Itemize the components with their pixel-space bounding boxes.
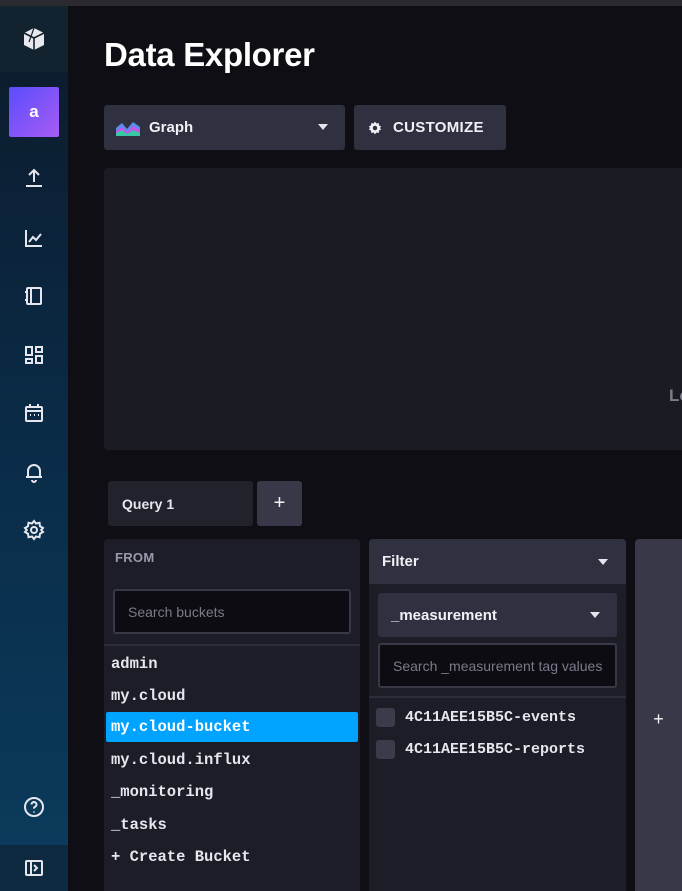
add-filter-column-button[interactable]: + <box>635 539 682 891</box>
tab-label: Query 1 <box>122 495 175 512</box>
gear-icon[interactable] <box>22 518 46 542</box>
customize-button[interactable]: CUSTOMIZE <box>354 105 506 150</box>
tag-key-dropdown[interactable]: _measurement <box>378 593 617 637</box>
tag-value-item[interactable]: 4C11AEE15B5C-reports <box>376 736 621 762</box>
sidebar-collapse-area <box>0 845 68 891</box>
search-buckets-input[interactable] <box>113 589 351 634</box>
tag-value-label: 4C11AEE15B5C-events <box>405 708 577 726</box>
tag-key-label: _measurement <box>391 606 497 624</box>
upload-icon[interactable] <box>22 166 46 190</box>
plus-icon: + <box>653 709 664 729</box>
page-title: Data Explorer <box>104 36 315 73</box>
tag-value-label: 4C11AEE15B5C-reports <box>405 740 586 758</box>
calendar-icon[interactable] <box>22 401 46 425</box>
graph-type-label: Graph <box>149 119 194 136</box>
bucket-item-my-cloud[interactable]: my.cloud <box>106 681 358 711</box>
graph-visualization-area <box>104 168 682 450</box>
sidebar-toggle-icon[interactable] <box>22 856 46 880</box>
divider <box>104 644 360 646</box>
checkbox[interactable] <box>376 707 395 727</box>
filter-panel: Filter _measurement 4C11AEE15B5C-events … <box>369 539 626 891</box>
chevron-down-icon <box>318 124 328 130</box>
checkbox[interactable] <box>376 739 395 759</box>
influx-logo-icon <box>23 27 45 50</box>
customize-label: CUSTOMIZE <box>393 119 484 136</box>
logo[interactable] <box>0 6 68 72</box>
add-query-button[interactable]: + <box>257 481 302 526</box>
avatar[interactable]: a <box>9 87 59 137</box>
filter-function-dropdown[interactable]: Filter <box>369 539 626 584</box>
bucket-item-my-cloud-bucket[interactable]: my.cloud-bucket <box>106 712 358 742</box>
chevron-down-icon <box>590 612 600 618</box>
search-tag-values-input[interactable] <box>378 643 617 688</box>
bucket-item-my-cloud-influx[interactable]: my.cloud.influx <box>106 745 358 775</box>
gear-icon <box>368 121 382 134</box>
bucket-item-admin[interactable]: admin <box>106 649 358 679</box>
notebook-icon[interactable] <box>22 284 46 308</box>
chart-line-icon[interactable] <box>22 226 46 250</box>
help-icon[interactable] <box>22 795 46 819</box>
tag-value-item[interactable]: 4C11AEE15B5C-events <box>376 704 621 730</box>
plus-icon: + <box>273 492 286 514</box>
tab-query-1[interactable]: Query 1 <box>108 481 253 526</box>
graph-placeholder-text: Lo <box>669 386 682 405</box>
bucket-item-monitoring[interactable]: _monitoring <box>106 777 358 807</box>
from-panel: FROM admin my.cloud my.cloud-bucket my.c… <box>104 539 360 891</box>
dashboards-icon[interactable] <box>22 343 46 367</box>
window-top-border <box>0 0 682 6</box>
chevron-down-icon <box>598 559 608 565</box>
graph-type-dropdown[interactable]: Graph <box>104 105 345 150</box>
bell-icon[interactable] <box>22 460 46 484</box>
avatar-letter: a <box>29 102 39 121</box>
graph-type-icon <box>116 121 140 136</box>
filter-label: Filter <box>382 553 419 570</box>
divider <box>369 696 626 698</box>
create-bucket-button[interactable]: + Create Bucket <box>106 842 358 872</box>
from-label: FROM <box>115 550 155 565</box>
sidebar: a <box>0 6 68 891</box>
bucket-item-tasks[interactable]: _tasks <box>106 810 358 840</box>
